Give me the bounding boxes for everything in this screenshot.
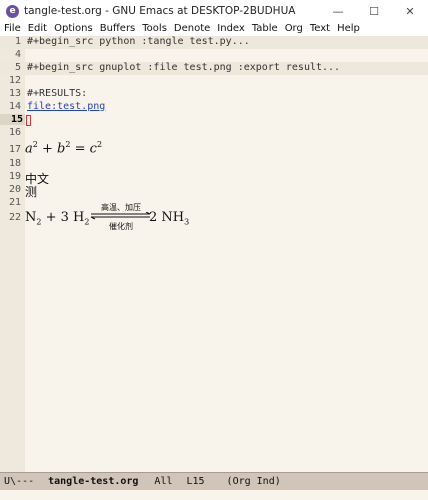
minibuffer[interactable] <box>0 490 428 500</box>
menu-buffers[interactable]: Buffers <box>96 21 139 36</box>
line-number: 17 <box>8 144 21 155</box>
line-number: 16 <box>8 127 21 138</box>
menu-help[interactable]: Help <box>333 21 363 36</box>
line-number: 14 <box>8 101 21 112</box>
results-keyword[interactable]: #+RESULTS: <box>27 88 87 99</box>
src-block-gnuplot-header[interactable]: #+begin_src gnuplot :file test.png :expo… <box>27 62 340 73</box>
line-number: 4 <box>14 49 21 60</box>
window-titlebar: e tangle-test.org - GNU Emacs at DESKTOP… <box>0 0 428 22</box>
editor-line[interactable]: 13 #+RESULTS: <box>0 88 428 101</box>
editor-line[interactable]: 14 file:test.png <box>0 101 428 114</box>
editor-line[interactable]: 20 测 <box>0 184 428 199</box>
window-controls: — ☐ ✕ <box>320 0 428 22</box>
line-number: 19 <box>8 171 21 182</box>
mode-line: U\--- tangle-test.org All L15 (Org Ind) <box>0 472 428 491</box>
line-number: 5 <box>14 62 21 73</box>
editor-line[interactable]: 1 #+begin_src python :tangle test.py... <box>0 36 428 49</box>
latex-preview-pythagoras: a2 + b2 = c2 <box>25 140 103 157</box>
editor-line[interactable]: 22 N2 + 3 H2 高温、加压 催化剂 2 NH3 <box>0 202 428 236</box>
line-number: 22 <box>8 212 21 223</box>
line-number: 1 <box>14 36 21 47</box>
menu-edit[interactable]: Edit <box>24 21 50 36</box>
line-number: 18 <box>8 158 21 169</box>
editor-line[interactable]: 19 中文 <box>0 171 428 186</box>
line-number: 20 <box>8 184 21 195</box>
menu-org[interactable]: Org <box>281 21 306 36</box>
reactants: N2 + 3 H2 <box>25 210 90 227</box>
current-line: L15 <box>186 476 205 487</box>
editor-line[interactable]: 18 <box>0 158 428 171</box>
menu-text[interactable]: Text <box>306 21 333 36</box>
buffer-position: All <box>154 476 173 487</box>
emacs-icon: e <box>6 4 19 18</box>
editor-buffer[interactable]: 1 #+begin_src python :tangle test.py... … <box>0 36 428 472</box>
equilibrium-arrows-icon <box>90 212 151 220</box>
menu-file[interactable]: File <box>0 21 24 36</box>
buffer-name[interactable]: tangle-test.org <box>48 476 138 487</box>
menu-index[interactable]: Index <box>213 21 248 36</box>
editor-line[interactable]: 16 <box>0 127 428 140</box>
buffer-status: U\--- <box>4 476 35 487</box>
close-button[interactable]: ✕ <box>392 0 428 22</box>
latex-preview-ammonia-synthesis: N2 + 3 H2 高温、加压 催化剂 2 NH3 <box>25 202 205 236</box>
editor-line[interactable]: 17 a2 + b2 = c2 <box>0 140 428 158</box>
maximize-button[interactable]: ☐ <box>356 0 392 22</box>
menu-bar: File Edit Options Buffers Tools Denote I… <box>0 21 428 36</box>
menu-tools[interactable]: Tools <box>138 21 170 36</box>
editor-line[interactable]: 12 <box>0 75 428 88</box>
major-mode[interactable]: (Org Ind) <box>227 476 281 487</box>
line-number: 13 <box>8 88 21 99</box>
line-number-current: 15 <box>0 114 25 125</box>
line-number: 12 <box>8 75 21 86</box>
src-block-python-header[interactable]: #+begin_src python :tangle test.py... <box>27 36 250 47</box>
menu-denote[interactable]: Denote <box>170 21 213 36</box>
menu-table[interactable]: Table <box>248 21 281 36</box>
editor-line[interactable]: 5 #+begin_src gnuplot :file test.png :ex… <box>0 62 428 75</box>
minimize-button[interactable]: — <box>320 0 356 22</box>
text-cursor <box>26 115 31 126</box>
menu-options[interactable]: Options <box>50 21 96 36</box>
editor-line[interactable]: 4 <box>0 49 428 62</box>
window-title: tangle-test.org - GNU Emacs at DESKTOP-2… <box>24 5 296 17</box>
editor-line-current[interactable]: 15 <box>0 114 428 127</box>
condition-below: 催化剂 <box>109 222 133 231</box>
product: 2 NH3 <box>149 210 190 227</box>
file-link[interactable]: file:test.png <box>27 101 105 112</box>
